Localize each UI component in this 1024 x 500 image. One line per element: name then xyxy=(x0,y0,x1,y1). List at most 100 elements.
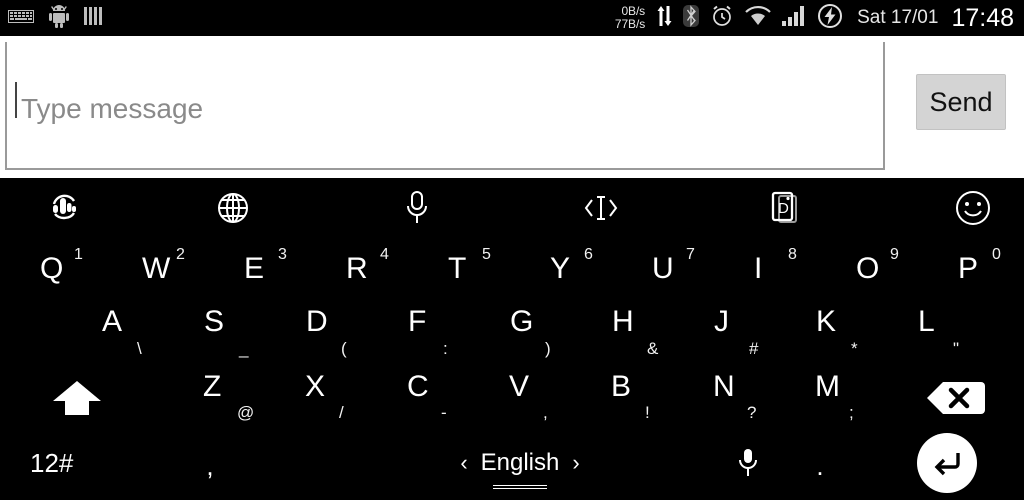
key-q[interactable]: Q1 xyxy=(18,238,120,302)
emoji-smiley-icon[interactable] xyxy=(938,178,1008,238)
key-w[interactable]: W2 xyxy=(120,238,222,302)
key-secondary-label: _ xyxy=(239,339,249,358)
on-screen-keyboard: D Q1W2E3R4T5Y6U7I8O9P0 A \ S _ D(F: G) H & J # K * L… xyxy=(0,178,1024,500)
android-robot-icon xyxy=(48,4,70,33)
keyboard-row-4: 12# , ‹ English › . xyxy=(0,430,1024,500)
key-primary-label: L xyxy=(918,305,935,338)
key-d[interactable]: D( xyxy=(266,302,368,366)
key-secondary-label: 9 xyxy=(890,246,899,263)
enter-key[interactable] xyxy=(917,433,977,493)
clipboard-d-icon[interactable]: D xyxy=(750,178,820,238)
key-secondary-label: , xyxy=(543,403,548,422)
key-r[interactable]: R4 xyxy=(324,238,426,302)
key-secondary-label: " xyxy=(953,339,960,358)
key-primary-label: A xyxy=(102,305,123,338)
key-primary-label: N xyxy=(713,370,735,403)
key-c[interactable]: C- xyxy=(367,366,469,430)
key-primary-label: F xyxy=(408,305,427,338)
message-input[interactable] xyxy=(5,42,885,170)
key-b[interactable]: B! xyxy=(571,366,673,430)
swipe-gesture-icon[interactable] xyxy=(30,178,100,238)
key-e[interactable]: E3 xyxy=(222,238,324,302)
keyboard-row-2: A \ S _ D(F: G) H & J # K * L " xyxy=(0,302,1024,366)
key-secondary-label: / xyxy=(339,403,344,422)
key-secondary-label: 0 xyxy=(992,246,1001,263)
key-primary-label: W xyxy=(142,252,171,285)
key-secondary-label: ) xyxy=(545,339,551,358)
key-z[interactable]: Z @ xyxy=(163,366,265,430)
flash-icon xyxy=(817,3,843,34)
key-secondary-label: 8 xyxy=(788,246,797,263)
key-u[interactable]: U7 xyxy=(630,238,732,302)
bluetooth-icon xyxy=(683,4,700,33)
send-button[interactable]: Send xyxy=(916,74,1006,130)
key-i[interactable]: I8 xyxy=(732,238,834,302)
key-secondary-label: & xyxy=(647,339,659,358)
key-secondary-label: : xyxy=(443,339,448,358)
status-bar-left-icons xyxy=(8,0,106,36)
key-primary-label: Q xyxy=(40,252,64,285)
alarm-clock-icon xyxy=(710,4,734,33)
space-key[interactable]: ‹ English › xyxy=(400,436,640,490)
key-primary-label: B xyxy=(611,370,632,403)
key-primary-label: X xyxy=(305,370,326,403)
key-n[interactable]: N? xyxy=(673,366,775,430)
keyboard-row-1: Q1W2E3R4T5Y6U7I8O9P0 xyxy=(0,238,1024,302)
key-primary-label: R xyxy=(346,252,368,285)
key-t[interactable]: T5 xyxy=(426,238,528,302)
key-s[interactable]: S _ xyxy=(164,302,266,366)
key-x[interactable]: X / xyxy=(265,366,367,430)
key-primary-label: Z xyxy=(203,370,222,403)
key-h[interactable]: H & xyxy=(572,302,674,366)
key-p[interactable]: P0 xyxy=(936,238,1024,302)
key-secondary-label: ( xyxy=(341,339,347,358)
key-g[interactable]: G) xyxy=(470,302,572,366)
status-bar-time: 17:48 xyxy=(951,3,1014,32)
key-secondary-label: 4 xyxy=(380,246,389,263)
key-primary-label: E xyxy=(244,252,265,285)
key-v[interactable]: V, xyxy=(469,366,571,430)
key-secondary-label: 3 xyxy=(278,246,287,263)
status-bar: 0B/s 77B/s Sat 17/01 17:48 xyxy=(0,0,1024,36)
space-key-language-label: English xyxy=(480,449,560,486)
prev-language-chevron-icon[interactable]: ‹ xyxy=(460,450,467,476)
key-j[interactable]: J # xyxy=(674,302,776,366)
keyboard-icon xyxy=(8,7,34,30)
keyboard-toolbar: D xyxy=(0,178,1024,238)
data-transfer-icon xyxy=(656,4,672,33)
key-primary-label: O xyxy=(856,252,880,285)
network-speed-indicator: 0B/s 77B/s xyxy=(615,5,645,31)
globe-icon[interactable] xyxy=(198,178,268,238)
key-primary-label: S xyxy=(204,305,225,338)
key-secondary-label: 2 xyxy=(176,246,185,263)
key-primary-label: Y xyxy=(550,252,571,285)
compose-area: Send xyxy=(0,36,1024,180)
key-primary-label: P xyxy=(958,252,979,285)
key-o[interactable]: O9 xyxy=(834,238,936,302)
key-l[interactable]: L " xyxy=(878,302,980,366)
key-secondary-label: * xyxy=(851,339,858,358)
key-k[interactable]: K * xyxy=(776,302,878,366)
symbols-key[interactable]: 12# xyxy=(30,438,140,488)
cursor-move-icon[interactable] xyxy=(566,178,636,238)
next-language-chevron-icon[interactable]: › xyxy=(572,450,579,476)
key-a[interactable]: A \ xyxy=(62,302,164,366)
shift-key[interactable] xyxy=(32,366,122,430)
microphone-icon[interactable] xyxy=(382,178,452,238)
keyboard-row-3: Z @ X / C - V, B! N? M; xyxy=(0,366,1024,430)
key-secondary-label: - xyxy=(441,403,447,422)
microphone-icon[interactable] xyxy=(715,438,781,488)
comma-key[interactable]: , xyxy=(165,438,255,488)
key-y[interactable]: Y6 xyxy=(528,238,630,302)
key-secondary-label: ! xyxy=(645,403,650,422)
key-f[interactable]: F: xyxy=(368,302,470,366)
key-secondary-label: ; xyxy=(849,403,854,422)
cellular-signal-icon xyxy=(782,5,806,32)
key-secondary-label: 5 xyxy=(482,246,491,263)
period-key[interactable]: . xyxy=(785,438,855,488)
key-secondary-label: 1 xyxy=(74,246,83,263)
key-secondary-label: @ xyxy=(237,403,255,422)
key-primary-label: M xyxy=(815,370,840,403)
key-m[interactable]: M; xyxy=(775,366,877,430)
backspace-key[interactable] xyxy=(900,366,1010,430)
